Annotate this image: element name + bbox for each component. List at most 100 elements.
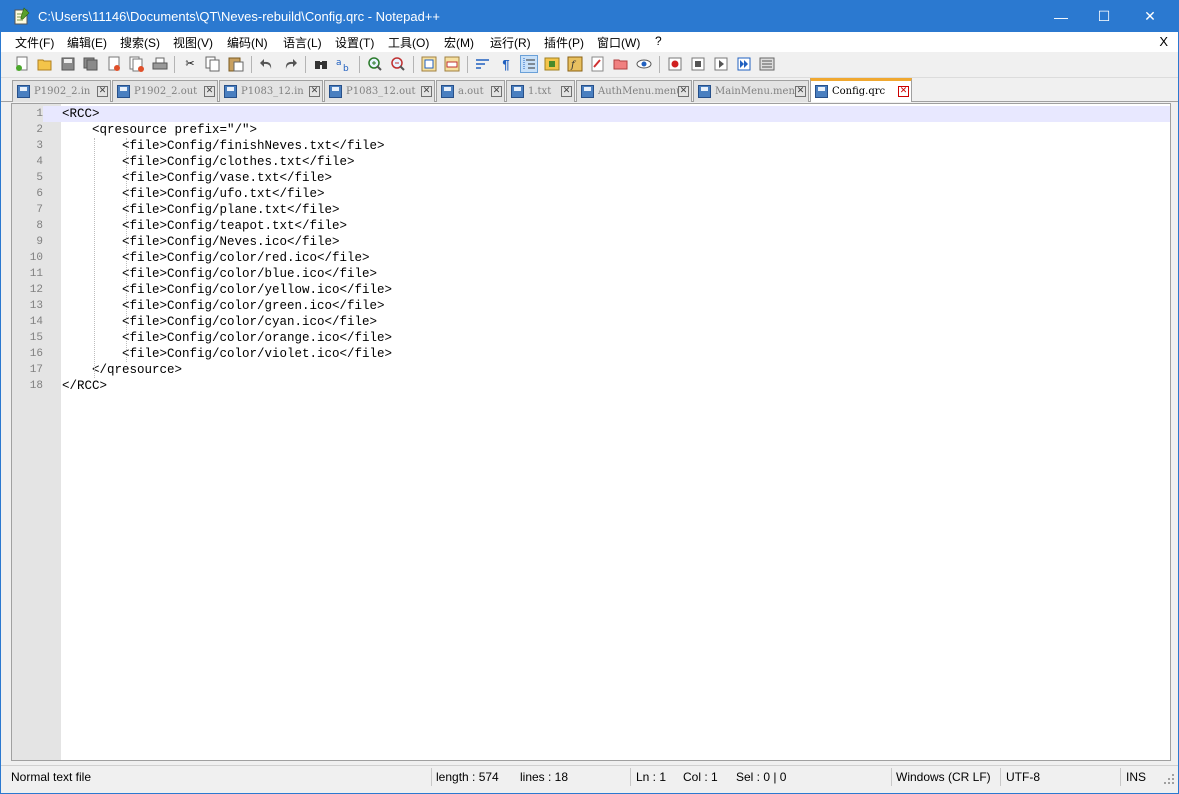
saved-file-icon	[815, 85, 828, 98]
tab-close-icon[interactable]: ✕	[309, 86, 320, 97]
editor-line[interactable]: 2 <qresource prefix="/">	[12, 122, 1170, 138]
tab-authmenu-menu[interactable]: AuthMenu.menu ✕	[576, 80, 692, 102]
run-macro-multiple-icon[interactable]	[735, 55, 753, 73]
tab-a-out[interactable]: a.out ✕	[436, 80, 505, 102]
tab-mainmenu-menu[interactable]: MainMenu.menu ✕	[693, 80, 809, 102]
tab-p1902-2-in[interactable]: P1902_2.in ✕	[12, 80, 111, 102]
editor-line[interactable]: 9 <file>Config/Neves.ico</file>	[12, 234, 1170, 250]
resize-grip-icon[interactable]	[1163, 773, 1175, 785]
status-eol[interactable]: Windows (CR LF)	[896, 770, 991, 784]
replace-icon[interactable]: ab	[335, 55, 353, 73]
editor-line[interactable]: 18 </RCC>	[12, 378, 1170, 394]
editor-line[interactable]: 10 <file>Config/color/red.ico</file>	[12, 250, 1170, 266]
svg-text:a: a	[336, 58, 342, 68]
maximize-icon: ☐	[1097, 8, 1111, 24]
editor-line[interactable]: 12 <file>Config/color/yellow.ico</file>	[12, 282, 1170, 298]
menu-settings[interactable]: 设置(T)	[335, 34, 374, 51]
doc-switcher-icon[interactable]	[612, 55, 630, 73]
tab-1-txt[interactable]: 1.txt ✕	[506, 80, 575, 102]
status-encoding[interactable]: UTF-8	[1006, 770, 1040, 784]
editor-line[interactable]: 8 <file>Config/teapot.txt</file>	[12, 218, 1170, 234]
line-text: <file>Config/vase.txt</file>	[62, 171, 333, 185]
new-file-icon[interactable]	[13, 55, 31, 73]
line-text: <file>Config/ufo.txt</file>	[62, 187, 325, 201]
tab-close-icon[interactable]: ✕	[204, 86, 215, 97]
maximize-button[interactable]: ☐	[1081, 1, 1127, 32]
tab-close-icon[interactable]: ✕	[795, 86, 806, 97]
sync-horizontal-icon[interactable]	[443, 55, 461, 73]
menu-macro[interactable]: 宏(M)	[444, 34, 474, 51]
menu-edit[interactable]: 编辑(E)	[67, 34, 107, 51]
save-all-icon[interactable]	[82, 55, 100, 73]
copy-icon[interactable]	[204, 55, 222, 73]
close-all-icon[interactable]	[128, 55, 146, 73]
editor-line[interactable]: 11 <file>Config/color/blue.ico</file>	[12, 266, 1170, 282]
menu-language[interactable]: 语言(L)	[283, 34, 322, 51]
tab-close-icon[interactable]: ✕	[898, 86, 909, 97]
line-text: <qresource prefix="/">	[62, 123, 258, 137]
cut-icon[interactable]: ✂	[181, 55, 199, 73]
folder-as-workspace-icon[interactable]	[589, 55, 607, 73]
stop-macro-icon[interactable]	[689, 55, 707, 73]
record-macro-icon[interactable]	[666, 55, 684, 73]
menu-window[interactable]: 窗口(W)	[597, 34, 640, 51]
open-file-icon[interactable]	[36, 55, 54, 73]
editor-line[interactable]: 3 <file>Config/finishNeves.txt</file>	[12, 138, 1170, 154]
show-all-chars-icon[interactable]: ¶	[497, 55, 515, 73]
zoom-in-icon[interactable]	[366, 55, 384, 73]
play-macro-icon[interactable]	[712, 55, 730, 73]
editor-line[interactable]: 17 </qresource>	[12, 362, 1170, 378]
editor-line[interactable]: 1 <RCC>	[12, 106, 1170, 122]
close-icon[interactable]	[105, 55, 123, 73]
editor-line[interactable]: 16 <file>Config/color/violet.ico</file>	[12, 346, 1170, 362]
word-wrap-icon[interactable]	[474, 55, 492, 73]
doc-map-icon[interactable]	[543, 55, 561, 73]
zoom-out-icon[interactable]	[389, 55, 407, 73]
editor-line[interactable]: 13 <file>Config/color/green.ico</file>	[12, 298, 1170, 314]
menu-tools[interactable]: 工具(O)	[388, 34, 429, 51]
menu-plugins[interactable]: 插件(P)	[544, 34, 584, 51]
find-icon[interactable]	[312, 55, 330, 73]
minimize-button[interactable]: —	[1038, 1, 1084, 32]
monitoring-icon[interactable]	[635, 55, 653, 73]
tab-p1083-12-out[interactable]: P1083_12.out ✕	[324, 80, 435, 102]
tab-close-icon[interactable]: ✕	[421, 86, 432, 97]
editor-line[interactable]: 15 <file>Config/color/orange.ico</file>	[12, 330, 1170, 346]
tab-close-icon[interactable]: ✕	[491, 86, 502, 97]
tab-p1902-2-out[interactable]: P1902_2.out ✕	[112, 80, 218, 102]
print-icon[interactable]	[151, 55, 169, 73]
editor-line[interactable]: 6 <file>Config/ufo.txt</file>	[12, 186, 1170, 202]
menu-search[interactable]: 搜索(S)	[120, 34, 160, 51]
editor-line[interactable]: 4 <file>Config/clothes.txt</file>	[12, 154, 1170, 170]
close-icon: ✕	[1144, 8, 1156, 24]
save-icon[interactable]	[59, 55, 77, 73]
tab-config-qrc[interactable]: Config.qrc ✕	[810, 78, 912, 102]
tab-close-icon[interactable]: ✕	[678, 86, 689, 97]
saved-file-icon	[17, 85, 30, 98]
tab-p1083-12-in[interactable]: P1083_12.in ✕	[219, 80, 323, 102]
menu-encoding[interactable]: 编码(N)	[227, 34, 268, 51]
tab-close-icon[interactable]: ✕	[97, 86, 108, 97]
menu-view[interactable]: 视图(V)	[173, 34, 213, 51]
paste-icon[interactable]	[227, 55, 245, 73]
editor-line[interactable]: 7 <file>Config/plane.txt</file>	[12, 202, 1170, 218]
editor-line[interactable]: 5 <file>Config/vase.txt</file>	[12, 170, 1170, 186]
function-list-icon[interactable]: f	[566, 55, 584, 73]
menu-file[interactable]: 文件(F)	[15, 34, 54, 51]
menu-run[interactable]: 运行(R)	[490, 34, 531, 51]
undo-icon[interactable]	[258, 55, 276, 73]
tab-close-icon[interactable]: ✕	[561, 86, 572, 97]
editor-area[interactable]: 1 <RCC> 2 <qresource prefix="/"> 3 <file>…	[11, 103, 1171, 761]
close-window-button[interactable]: ✕	[1127, 1, 1173, 32]
menu-help[interactable]: ?	[655, 34, 662, 48]
save-macro-icon[interactable]	[758, 55, 776, 73]
sync-vertical-icon[interactable]	[420, 55, 438, 73]
redo-icon[interactable]	[281, 55, 299, 73]
title-bar[interactable]: C:\Users\11146\Documents\QT\Neves-rebuil…	[1, 1, 1178, 32]
close-document-button[interactable]: X	[1159, 34, 1168, 49]
saved-file-icon	[329, 85, 342, 98]
editor-line[interactable]: 14 <file>Config/color/cyan.ico</file>	[12, 314, 1170, 330]
status-bar: Normal text file length : 574 lines : 18…	[1, 765, 1178, 787]
line-text: <file>Config/Neves.ico</file>	[62, 235, 340, 249]
indent-guide-icon[interactable]	[520, 55, 538, 73]
